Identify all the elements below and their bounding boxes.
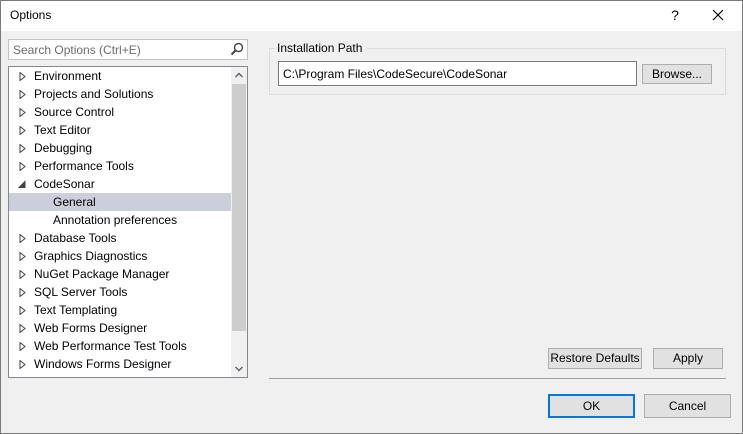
expand-arrow-icon[interactable]: [19, 234, 27, 243]
group-border: [269, 48, 275, 49]
tree-item-database-tools[interactable]: Database Tools: [9, 229, 231, 247]
expand-arrow-icon[interactable]: [19, 342, 27, 351]
chevron-up-icon: [235, 72, 243, 78]
tree-item-codesonar[interactable]: CodeSonar: [9, 175, 231, 193]
close-button[interactable]: [703, 1, 733, 29]
expand-arrow-icon[interactable]: [19, 90, 27, 99]
expand-arrow-icon[interactable]: [19, 144, 27, 153]
title-bar: [1, 1, 742, 31]
expand-arrow-icon[interactable]: [19, 288, 27, 297]
tree-item-label: SQL Server Tools: [34, 285, 128, 299]
browse-button[interactable]: Browse...: [642, 64, 712, 84]
tree-item-annotation-preferences[interactable]: Annotation preferences: [9, 211, 231, 229]
options-tree[interactable]: Environment Projects and Solutions Sourc…: [8, 66, 248, 378]
search-input[interactable]: [9, 40, 233, 59]
ok-button[interactable]: OK: [548, 394, 635, 418]
group-label: Installation Path: [277, 41, 363, 55]
tree-item-label: Windows Forms Designer: [34, 357, 172, 371]
tree-item-web-performance-test-tools[interactable]: Web Performance Test Tools: [9, 337, 231, 355]
tree-item-label: Web Performance Test Tools: [34, 339, 187, 353]
tree-scrollbar[interactable]: [231, 67, 247, 377]
tree-item-windows-forms-designer[interactable]: Windows Forms Designer: [9, 355, 231, 373]
expand-arrow-icon[interactable]: [19, 306, 27, 315]
tree-item-sql-server-tools[interactable]: SQL Server Tools: [9, 283, 231, 301]
tree-item-label: Graphics Diagnostics: [34, 249, 148, 263]
search-icon[interactable]: [230, 42, 244, 56]
tree-item-label: Debugging: [34, 141, 93, 155]
scroll-thumb[interactable]: [232, 84, 246, 331]
tree-item-label: Source Control: [34, 105, 115, 119]
group-border: [367, 48, 726, 49]
tree-item-environment[interactable]: Environment: [9, 67, 231, 85]
installation-path-input[interactable]: [278, 61, 637, 86]
tree-item-label: Projects and Solutions: [34, 87, 154, 101]
tree-item-label: Database Tools: [34, 231, 117, 245]
cancel-button[interactable]: Cancel: [644, 394, 731, 418]
scroll-up-button[interactable]: [231, 67, 247, 83]
tree-item-label: Web Forms Designer: [34, 321, 148, 335]
tree-item-projects-and-solutions[interactable]: Projects and Solutions: [9, 85, 231, 103]
apply-button[interactable]: Apply: [653, 348, 723, 369]
tree-item-general[interactable]: General: [9, 193, 231, 211]
tree-item-label: Text Editor: [34, 123, 91, 137]
expand-arrow-icon[interactable]: [19, 252, 27, 261]
tree-item-label: Performance Tools: [34, 159, 134, 173]
separator: [269, 378, 726, 379]
collapse-arrow-icon[interactable]: [18, 180, 26, 189]
tree-item-label: CodeSonar: [34, 177, 95, 191]
expand-arrow-icon[interactable]: [19, 360, 27, 369]
expand-arrow-icon[interactable]: [19, 126, 27, 135]
expand-arrow-icon[interactable]: [19, 270, 27, 279]
tree-item-performance-tools[interactable]: Performance Tools: [9, 157, 231, 175]
tree-item-text-editor[interactable]: Text Editor: [9, 121, 231, 139]
tree-item-source-control[interactable]: Source Control: [9, 103, 231, 121]
expand-arrow-icon[interactable]: [19, 108, 27, 117]
tree-item-web-forms-designer[interactable]: Web Forms Designer: [9, 319, 231, 337]
tree-item-debugging[interactable]: Debugging: [9, 139, 231, 157]
chevron-down-icon: [235, 366, 243, 372]
tree-item-label: Environment: [34, 69, 102, 83]
scroll-down-button[interactable]: [231, 361, 247, 377]
tree-item-nuget-package-manager[interactable]: NuGet Package Manager: [9, 265, 231, 283]
tree-item-label: Text Templating: [34, 303, 118, 317]
expand-arrow-icon[interactable]: [19, 324, 27, 333]
tree-item-graphics-diagnostics[interactable]: Graphics Diagnostics: [9, 247, 231, 265]
tree-item-text-templating[interactable]: Text Templating: [9, 301, 231, 319]
restore-defaults-button[interactable]: Restore Defaults: [548, 348, 642, 369]
search-box: [8, 39, 248, 60]
expand-arrow-icon[interactable]: [19, 162, 27, 171]
expand-arrow-icon[interactable]: [19, 72, 27, 81]
window-title: Options: [10, 8, 52, 22]
tree-item-label: Annotation preferences: [53, 213, 178, 227]
tree-item-label: General: [53, 195, 96, 209]
help-button[interactable]: ?: [660, 1, 690, 29]
tree-item-label: NuGet Package Manager: [34, 267, 170, 281]
close-icon: [712, 9, 724, 21]
